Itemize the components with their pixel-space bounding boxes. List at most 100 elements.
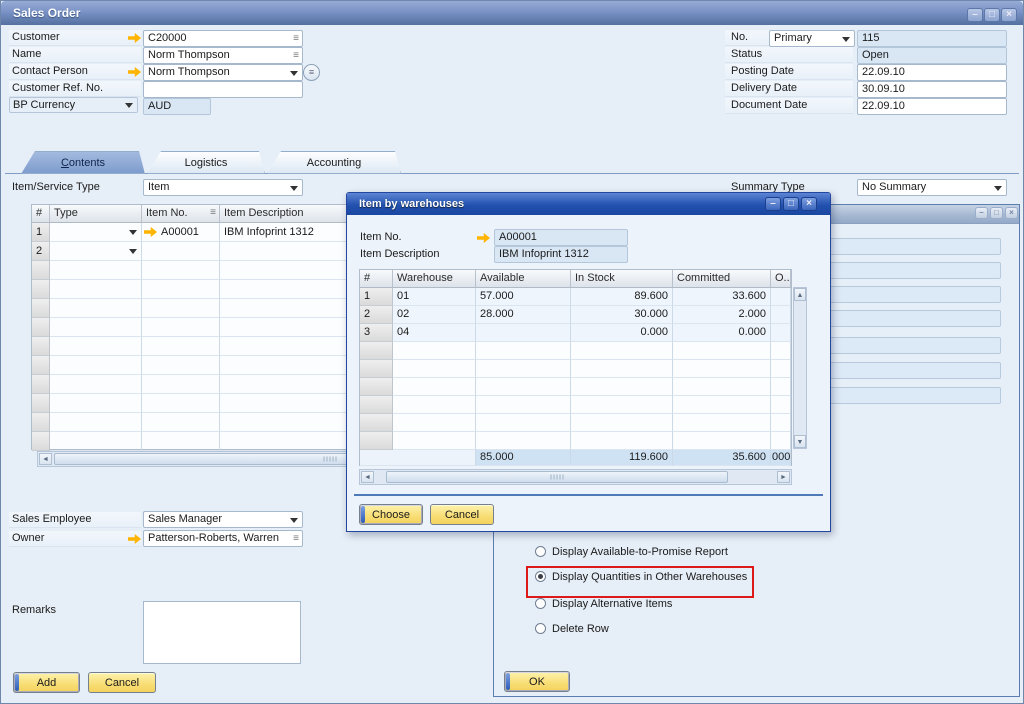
radio-label[interactable]: Delete Row: [552, 622, 609, 636]
chevron-down-icon: [290, 186, 298, 191]
item-no-cell[interactable]: A00001: [142, 223, 220, 242]
link-arrow-icon[interactable]: [144, 227, 157, 237]
scroll-down-icon[interactable]: ▼: [794, 435, 806, 448]
warehouse-row[interactable]: 1 01 57.000 89.600 33.600: [360, 288, 791, 306]
item-by-warehouses-dialog: Item by warehouses Item No. A00001 Item …: [346, 192, 831, 532]
scroll-right-icon[interactable]: ►: [777, 471, 790, 483]
chevron-down-icon: [129, 249, 137, 254]
menu-icon: [293, 531, 299, 546]
close-icon[interactable]: [801, 197, 817, 211]
radio-label[interactable]: Display Alternative Items: [552, 597, 672, 611]
menu-icon: [293, 48, 299, 63]
total-other: 000: [771, 450, 791, 466]
customer-ref-label: Customer Ref. No.: [12, 81, 103, 96]
maximize-icon[interactable]: [984, 8, 1000, 22]
warehouse-row: [360, 360, 791, 378]
warehouse-table-hscrollbar[interactable]: ◄ ►: [359, 469, 792, 485]
chevron-down-icon: [129, 230, 137, 235]
col-type: Type: [50, 205, 142, 223]
summary-type-dropdown[interactable]: No Summary: [857, 179, 1007, 196]
sales-order-window: Sales Order Customer C20000 Name Norm Th…: [0, 0, 1024, 704]
document-date-label: Document Date: [731, 98, 807, 113]
ok-button[interactable]: OK: [504, 671, 570, 692]
link-button[interactable]: ≡: [303, 64, 320, 81]
dialog-item-no-label: Item No.: [360, 230, 402, 245]
chevron-down-icon: [842, 37, 850, 42]
chevron-down-icon: [125, 103, 133, 108]
tab-contents[interactable]: Contents: [21, 151, 145, 174]
scroll-left-icon[interactable]: ◄: [39, 453, 52, 465]
bp-currency-dropdown[interactable]: BP Currency: [9, 97, 138, 113]
total-available: 85.000: [476, 450, 571, 466]
minimize-icon[interactable]: [975, 207, 988, 219]
warehouse-row[interactable]: 3 04 0.000 0.000: [360, 324, 791, 342]
highlight-annotation: [526, 566, 754, 598]
sales-employee-label: Sales Employee: [12, 512, 92, 527]
maximize-icon[interactable]: [783, 197, 799, 211]
link-arrow-icon[interactable]: [477, 233, 490, 243]
divider: [354, 494, 823, 496]
item-service-type-dropdown[interactable]: Item: [143, 179, 303, 196]
dialog-item-desc-value: IBM Infoprint 1312: [494, 246, 628, 263]
add-button[interactable]: Add: [13, 672, 80, 693]
customer-field[interactable]: C20000: [143, 30, 303, 47]
item-no-cell[interactable]: [142, 242, 220, 261]
owner-field[interactable]: Patterson-Roberts, Warren: [143, 530, 303, 547]
bp-currency-value: AUD: [143, 98, 211, 115]
warehouse-row: [360, 414, 791, 432]
type-cell[interactable]: [50, 242, 142, 261]
total-in-stock: 119.600: [571, 450, 673, 466]
grip-icon: [551, 475, 564, 480]
doc-no-value: 115: [857, 30, 1007, 47]
dialog-title: Item by warehouses: [347, 193, 830, 215]
scroll-up-icon[interactable]: ▲: [794, 288, 806, 301]
scroll-left-icon[interactable]: ◄: [361, 471, 374, 483]
customer-label: Customer: [12, 30, 60, 45]
type-cell[interactable]: [50, 223, 142, 242]
posting-date-field[interactable]: 22.09.10: [857, 64, 1007, 81]
totals-row: 85.000 119.600 35.600 000: [360, 450, 791, 466]
col-num: #: [32, 205, 50, 223]
warehouse-table: # Warehouse Available In Stock Committed…: [359, 269, 792, 466]
close-icon[interactable]: [1005, 207, 1018, 219]
item-service-type-label: Item/Service Type: [12, 180, 100, 195]
menu-icon: [293, 31, 299, 46]
warehouse-row[interactable]: 2 02 28.000 30.000 2.000: [360, 306, 791, 324]
name-field[interactable]: Norm Thompson: [143, 47, 303, 64]
close-icon[interactable]: [1001, 8, 1017, 22]
doc-no-label: No.: [731, 30, 748, 45]
customer-ref-field[interactable]: [143, 81, 303, 98]
tab-logistics[interactable]: Logistics: [147, 151, 265, 174]
posting-date-label: Posting Date: [731, 64, 794, 79]
radio-atp-report[interactable]: [535, 546, 546, 557]
choose-button[interactable]: Choose: [359, 504, 423, 525]
radio-label[interactable]: Display Available-to-Promise Report: [552, 545, 728, 559]
chevron-down-icon: [290, 518, 298, 523]
minimize-icon[interactable]: [765, 197, 781, 211]
warehouse-row: [360, 396, 791, 414]
doc-series-dropdown[interactable]: Primary: [769, 30, 855, 47]
maximize-icon[interactable]: [990, 207, 1003, 219]
remarks-textarea[interactable]: [143, 601, 301, 664]
dialog-item-no-value: A00001: [494, 229, 628, 246]
window-titlebar[interactable]: Sales Order: [1, 1, 1023, 25]
dialog-titlebar[interactable]: Item by warehouses: [347, 193, 830, 215]
document-date-field[interactable]: 22.09.10: [857, 98, 1007, 115]
minimize-icon[interactable]: [967, 8, 983, 22]
owner-label: Owner: [12, 531, 44, 546]
warehouse-row: [360, 432, 791, 450]
radio-delete-row[interactable]: [535, 623, 546, 634]
sales-employee-dropdown[interactable]: Sales Manager: [143, 511, 303, 528]
delivery-date-field[interactable]: 30.09.10: [857, 81, 1007, 98]
window-title: Sales Order: [1, 1, 1023, 25]
status-label: Status: [731, 47, 762, 62]
name-label: Name: [12, 47, 41, 62]
contact-person-dropdown[interactable]: Norm Thompson: [143, 64, 303, 81]
warehouse-table-vscrollbar[interactable]: ▲ ▼: [793, 287, 807, 449]
cancel-button[interactable]: Cancel: [88, 672, 156, 693]
col-item-no: Item No.: [142, 205, 220, 223]
dialog-cancel-button[interactable]: Cancel: [430, 504, 494, 525]
tab-accounting[interactable]: Accounting: [267, 151, 401, 174]
radio-alternative-items[interactable]: [535, 598, 546, 609]
scroll-thumb[interactable]: [386, 471, 728, 483]
